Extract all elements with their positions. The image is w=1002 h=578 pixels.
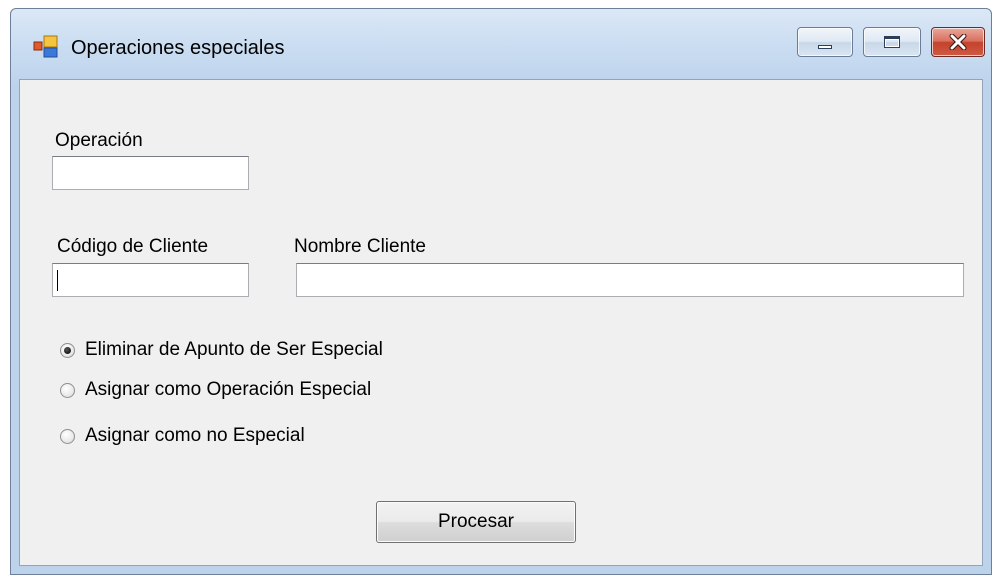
- maximize-icon: [884, 36, 900, 48]
- procesar-button[interactable]: Procesar: [376, 501, 576, 543]
- operacion-label: Operación: [55, 130, 143, 151]
- nombre-cliente-label: Nombre Cliente: [294, 236, 426, 257]
- window: Operaciones especiales Operación Código …: [10, 8, 992, 575]
- title-bar[interactable]: Operaciones especiales: [11, 9, 991, 81]
- operacion-input[interactable]: [52, 156, 249, 190]
- text-caret: [57, 270, 58, 291]
- codigo-cliente-input[interactable]: [52, 263, 249, 297]
- radio-button[interactable]: [60, 382, 75, 398]
- option-eliminar-especial[interactable]: Eliminar de Apunto de Ser Especial: [60, 338, 383, 362]
- maximize-button[interactable]: [863, 27, 921, 57]
- radio-button[interactable]: [60, 428, 75, 444]
- minimize-icon: [818, 45, 832, 49]
- form-client-area: Operación Código de Cliente Nombre Clien…: [19, 79, 983, 566]
- codigo-cliente-label: Código de Cliente: [57, 236, 209, 257]
- minimize-button[interactable]: [797, 27, 853, 57]
- option-label: Eliminar de Apunto de Ser Especial: [85, 339, 383, 360]
- nombre-cliente-input[interactable]: [296, 263, 964, 297]
- close-icon: [932, 28, 984, 56]
- app-window-icon: [33, 35, 58, 58]
- option-label: Asignar como Operación Especial: [85, 379, 372, 400]
- option-label: Asignar como no Especial: [85, 425, 305, 446]
- radio-button-checked[interactable]: [60, 342, 75, 358]
- close-button[interactable]: [931, 27, 985, 57]
- option-asignar-operacion-especial[interactable]: Asignar como Operación Especial: [60, 378, 371, 402]
- window-title: Operaciones especiales: [71, 37, 285, 59]
- option-asignar-no-especial[interactable]: Asignar como no Especial: [60, 424, 305, 448]
